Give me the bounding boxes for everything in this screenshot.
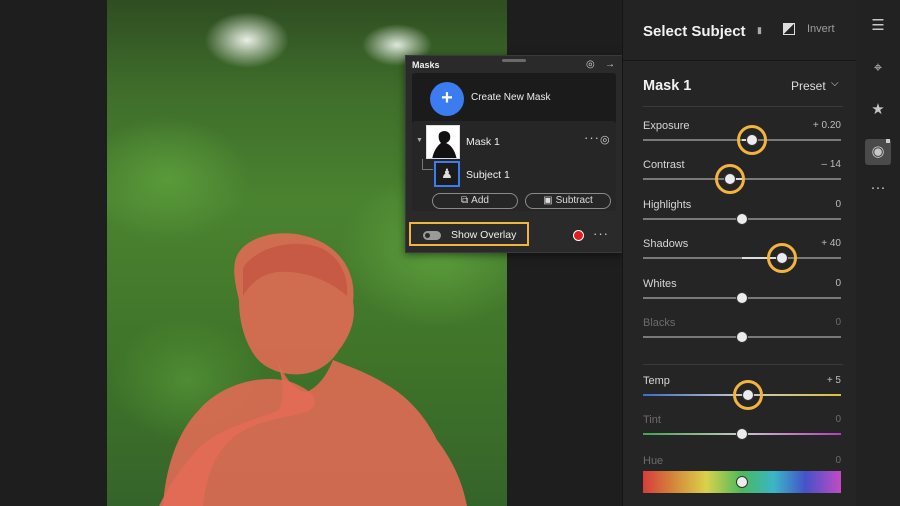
slider-value[interactable]: + 5 <box>827 375 841 386</box>
slider-value[interactable]: + 40 <box>821 238 841 249</box>
chevron-down-icon[interactable]: ⌵ <box>831 78 839 89</box>
eye-icon[interactable]: ◎ <box>600 133 610 146</box>
panel-title: Select Subject <box>643 23 746 40</box>
slider-value[interactable]: + 0.20 <box>813 120 841 131</box>
slider-blacks[interactable]: Blacks 0 <box>643 317 841 355</box>
slider-label: Temp <box>643 375 670 387</box>
link-icon <box>422 159 433 170</box>
person-icon[interactable]: ♟ <box>434 161 460 187</box>
slider-knob[interactable] <box>736 428 748 440</box>
add-button[interactable]: ⧉ Add <box>432 193 518 209</box>
mask-item[interactable]: ▼ Mask 1 ··· ◎ ♟ Subject 1 ⧉ Add ▣ Subtrac… <box>412 121 616 211</box>
slider-label: Contrast <box>643 159 685 171</box>
slider-value[interactable]: 0 <box>835 455 841 466</box>
highlight-ring <box>715 164 745 194</box>
subtract-icon: ▣ <box>543 195 553 206</box>
slider-whites[interactable]: Whites 0 <box>643 278 841 316</box>
slider-label: Blacks <box>643 317 676 329</box>
highlight-ring <box>733 380 763 410</box>
slider-temp[interactable]: Temp + 5 <box>643 375 841 413</box>
slider-value[interactable]: 0 <box>835 199 841 210</box>
invert-label[interactable]: Invert <box>807 23 835 35</box>
highlight-ring <box>767 243 797 273</box>
slider-value[interactable]: 0 <box>835 414 841 425</box>
create-mask-label[interactable]: Create New Mask <box>471 92 550 103</box>
eye-icon[interactable]: ◎ <box>586 59 595 70</box>
slider-knob[interactable] <box>736 476 748 488</box>
slider-value[interactable]: 0 <box>835 317 841 328</box>
panel-header: Select Subject ▮ Invert <box>623 0 856 61</box>
more-icon[interactable]: ··· <box>593 226 609 241</box>
plus-icon: + <box>441 87 453 109</box>
mask-edit-panel: Select Subject ▮ Invert Mask 1 Preset ⌵ … <box>622 0 856 506</box>
slider-label: Highlights <box>643 199 692 211</box>
slider-label: Whites <box>643 278 677 290</box>
more-icon[interactable]: ··· <box>584 130 600 145</box>
divider <box>643 106 843 107</box>
slider-value[interactable]: – 14 <box>822 159 841 170</box>
arrow-right-icon[interactable]: → <box>605 59 615 70</box>
add-icon: ⧉ <box>461 195 469 206</box>
subject-component-name[interactable]: Subject 1 <box>466 169 510 181</box>
preset-dropdown[interactable]: Preset <box>791 79 826 93</box>
mask-name[interactable]: Mask 1 <box>466 136 500 148</box>
collapse-caret-icon[interactable]: ▼ <box>416 137 423 144</box>
invert-icon[interactable] <box>783 23 795 35</box>
slider-contrast[interactable]: Contrast – 14 <box>643 159 841 197</box>
active-indicator <box>886 139 890 143</box>
heal-icon[interactable]: ★ <box>867 99 889 121</box>
mask-header: Mask 1 <box>643 78 692 94</box>
sliders-icon[interactable]: ☰ <box>867 15 889 37</box>
masking-icon[interactable]: ◉ <box>865 139 891 165</box>
more-icon[interactable]: ··· <box>867 177 889 199</box>
masks-panel-title: Masks <box>412 60 440 70</box>
slider-highlights[interactable]: Highlights 0 <box>643 199 841 237</box>
slider-knob[interactable] <box>736 331 748 343</box>
masks-panel: Masks ◎ → + Create New Mask ▼ Mask 1 ···… <box>405 55 623 253</box>
overlay-color-swatch[interactable] <box>573 230 584 241</box>
show-overlay-switch[interactable] <box>423 231 441 240</box>
mask-thumbnail[interactable] <box>426 125 460 159</box>
slider-hue[interactable]: Hue 0 <box>643 455 841 493</box>
slider-label: Shadows <box>643 238 689 250</box>
show-overlay-toggle-row[interactable]: Show Overlay <box>409 222 529 246</box>
highlight-ring <box>737 125 767 155</box>
add-label: Add <box>471 195 489 206</box>
slider-knob[interactable] <box>736 292 748 304</box>
show-overlay-label[interactable]: Show Overlay <box>451 229 516 241</box>
slider-knob[interactable] <box>736 213 748 225</box>
slider-shadows[interactable]: Shadows + 40 <box>643 238 841 276</box>
masks-list: + Create New Mask ▼ Mask 1 ··· ◎ ♟ Subje… <box>412 73 616 211</box>
comment-icon[interactable]: ▮ <box>757 25 762 36</box>
create-mask-button[interactable]: + <box>430 82 464 116</box>
slider-tint[interactable]: Tint 0 <box>643 414 841 452</box>
panel-grip[interactable] <box>502 59 526 62</box>
divider <box>643 364 843 365</box>
tool-strip: ☰ ⌖ ★ ◉ ··· <box>856 0 900 506</box>
slider-exposure[interactable]: Exposure + 0.20 <box>643 120 841 158</box>
slider-label: Hue <box>643 455 664 467</box>
subtract-button[interactable]: ▣ Subtract <box>525 193 611 209</box>
subtract-label: Subtract <box>555 195 593 206</box>
slider-value[interactable]: 0 <box>835 278 841 289</box>
crop-icon[interactable]: ⌖ <box>867 57 889 79</box>
slider-label: Tint <box>643 414 661 426</box>
slider-label: Exposure <box>643 120 690 132</box>
